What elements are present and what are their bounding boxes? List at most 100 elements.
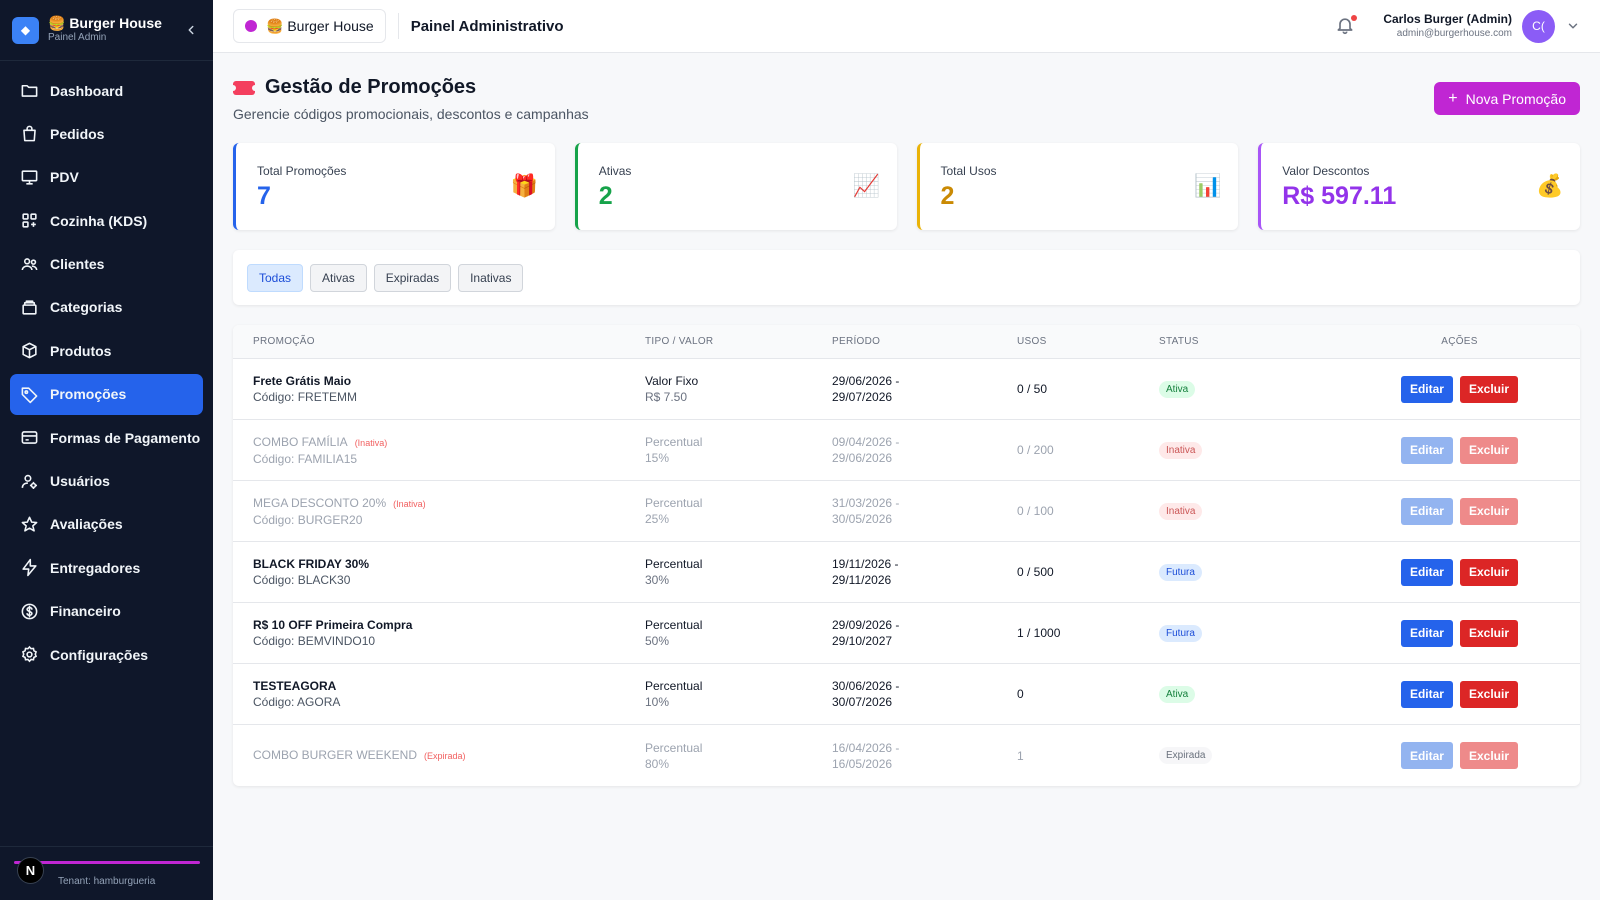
edit-button[interactable]: Editar: [1400, 680, 1453, 708]
edit-button[interactable]: Editar: [1400, 558, 1453, 586]
sidebar-item-formas-pagamento[interactable]: Formas de Pagamento: [10, 417, 203, 458]
cell-acoes: Editar Excluir: [1339, 558, 1580, 586]
collapse-sidebar-button[interactable]: [181, 20, 201, 40]
sidebar-brand: ◆ 🍔 Burger House Painel Admin: [0, 0, 213, 61]
sidebar-item-pedidos[interactable]: Pedidos: [10, 113, 203, 154]
table-row: TESTEAGORA Código: AGORA Percentual 10% 30/0…: [233, 664, 1580, 725]
edit-button[interactable]: Editar: [1400, 742, 1453, 769]
header-divider: [397, 13, 399, 39]
filter-inativas[interactable]: Inativas: [458, 263, 524, 292]
sidebar-item-cozinha[interactable]: Cozinha (KDS): [10, 200, 203, 241]
delete-button[interactable]: Excluir: [1459, 742, 1519, 769]
edit-button[interactable]: Editar: [1400, 619, 1453, 647]
promo-status-tag: (Inativa): [393, 498, 426, 509]
promo-type: Percentual: [645, 679, 703, 693]
new-promotion-button[interactable]: + Nova Promoção: [1434, 82, 1580, 115]
sidebar-item-produtos[interactable]: Produtos: [10, 330, 203, 371]
delete-button[interactable]: Excluir: [1459, 497, 1519, 525]
sidebar-item-entregadores[interactable]: Entregadores: [10, 547, 203, 588]
period-end: 29/11/2026: [832, 573, 892, 587]
promo-value: 80%: [645, 756, 670, 771]
status-badge: Futura: [1159, 624, 1202, 642]
cell-status: Inativa: [1159, 441, 1339, 459]
gift-icon: 🎁: [510, 173, 539, 198]
filter-bar: Todas Ativas Expiradas Inativas: [233, 250, 1580, 305]
cell-periodo: 30/06/2026 - 30/07/2026: [832, 678, 1017, 710]
col-usos: USOS: [1017, 336, 1047, 347]
sidebar-nav: Dashboard Pedidos PDV Cozinha (KDS) Clie…: [0, 61, 213, 675]
delete-button[interactable]: Excluir: [1459, 558, 1519, 586]
sidebar-item-label: Pedidos: [50, 125, 105, 142]
sidebar-item-pdv[interactable]: PDV: [10, 157, 203, 198]
promo-type: Percentual: [645, 496, 703, 510]
brand-subtitle: Painel Admin: [48, 32, 107, 43]
cell-acoes: Editar Excluir: [1339, 375, 1580, 403]
sidebar-item-configuracoes[interactable]: Configurações: [10, 634, 203, 675]
cell-acoes: Editar Excluir: [1339, 619, 1580, 647]
cell-promocao: COMBO BURGER WEEKEND (Expirada): [233, 747, 645, 764]
delete-button[interactable]: Excluir: [1459, 436, 1519, 464]
notification-dot: [1351, 15, 1358, 21]
promo-type: Percentual: [645, 740, 703, 755]
sidebar-footer: N Tenant: hamburgueria: [0, 846, 213, 900]
delete-button[interactable]: Excluir: [1459, 619, 1519, 647]
cell-tipo-valor: Valor Fixo R$ 7.50: [645, 373, 832, 405]
status-badge: Futura: [1159, 563, 1202, 581]
stat-card-ativas: Ativas 2 📈: [574, 143, 897, 230]
sidebar-item-usuarios[interactable]: Usuários: [10, 461, 203, 502]
promo-name: Frete Grátis Maio: [253, 374, 352, 388]
sidebar-item-avaliacoes[interactable]: Avaliações: [10, 504, 203, 545]
sidebar-item-clientes[interactable]: Clientes: [10, 244, 203, 285]
user-info[interactable]: Carlos Burger (Admin) admin@burgerhouse.…: [1383, 12, 1512, 41]
table-row: MEGA DESCONTO 20% (Inativa) Código: BURGER…: [233, 481, 1580, 542]
edit-button[interactable]: Editar: [1400, 375, 1453, 403]
promo-type: Percentual: [645, 618, 703, 632]
cell-periodo: 09/04/2026 - 29/06/2026: [832, 434, 1017, 466]
sidebar-item-categorias[interactable]: Categorias: [10, 287, 203, 328]
period-start: 30/06/2026 -: [832, 679, 900, 693]
promo-type: Percentual: [645, 435, 703, 449]
notifications-button[interactable]: [1335, 15, 1358, 37]
promo-code: Código: AGORA: [253, 695, 341, 709]
sidebar-item-label: Avaliações: [50, 516, 123, 533]
status-badge: Inativa: [1159, 502, 1203, 520]
chevron-down-icon[interactable]: [1566, 19, 1580, 33]
stat-card-total-promocoes: Total Promoções 7 🎁: [233, 143, 555, 230]
cell-periodo: 29/06/2026 - 29/07/2026: [832, 373, 1017, 405]
cell-usos: 0 / 500: [1017, 565, 1054, 579]
promo-name-line: TESTEAGORA: [253, 678, 645, 694]
filter-ativas[interactable]: Ativas: [310, 263, 367, 292]
status-badge: Ativa: [1159, 380, 1196, 398]
dev-badge[interactable]: N: [17, 857, 44, 884]
table-body: Frete Grátis Maio Código: FRETEMM Valor Fi…: [233, 359, 1580, 786]
page-title: Gestão de Promoções: [230, 76, 476, 99]
delete-button[interactable]: Excluir: [1459, 680, 1519, 708]
sidebar-item-promocoes[interactable]: Promoções: [10, 373, 203, 415]
brand-title: 🍔 Burger House: [48, 15, 162, 31]
sidebar-item-financeiro[interactable]: Financeiro: [10, 591, 203, 632]
cell-periodo: 19/11/2026 - 29/11/2026: [832, 556, 1017, 588]
filter-expiradas[interactable]: Expiradas: [373, 263, 452, 292]
promo-status-tag: (Expirada): [424, 751, 466, 761]
stat-card-total-usos: Total Usos 2 📊: [916, 143, 1239, 230]
sidebar: ◆ 🍔 Burger House Painel Admin Dashboard …: [0, 0, 213, 900]
cell-periodo: 16/04/2026 -16/05/2026: [832, 740, 1017, 772]
filter-todas[interactable]: Todas: [247, 263, 304, 292]
sidebar-item-dashboard[interactable]: Dashboard: [10, 70, 203, 111]
promo-code: Código: BEMVINDO10: [253, 634, 376, 648]
sidebar-item-label: Dashboard: [50, 82, 124, 99]
period-start: 16/04/2026 -: [832, 740, 900, 755]
delete-button[interactable]: Excluir: [1459, 375, 1519, 403]
cell-acoes: Editar Excluir: [1339, 497, 1580, 525]
store-selector[interactable]: 🍔 Burger House: [233, 9, 386, 43]
edit-button[interactable]: Editar: [1400, 497, 1453, 525]
shopping-bag-icon: [23, 126, 36, 142]
edit-button[interactable]: Editar: [1400, 436, 1453, 464]
period-end: 29/07/2026: [832, 390, 893, 404]
sidebar-item-label: Usuários: [50, 473, 110, 490]
avatar[interactable]: C(: [1522, 9, 1555, 43]
cell-periodo: 31/03/2026 - 30/05/2026: [832, 495, 1017, 527]
sidebar-item-label: Financeiro: [50, 603, 121, 620]
cell-acoes: Editar Excluir: [1339, 680, 1580, 708]
cell-acoes: Editar Excluir: [1339, 436, 1580, 464]
